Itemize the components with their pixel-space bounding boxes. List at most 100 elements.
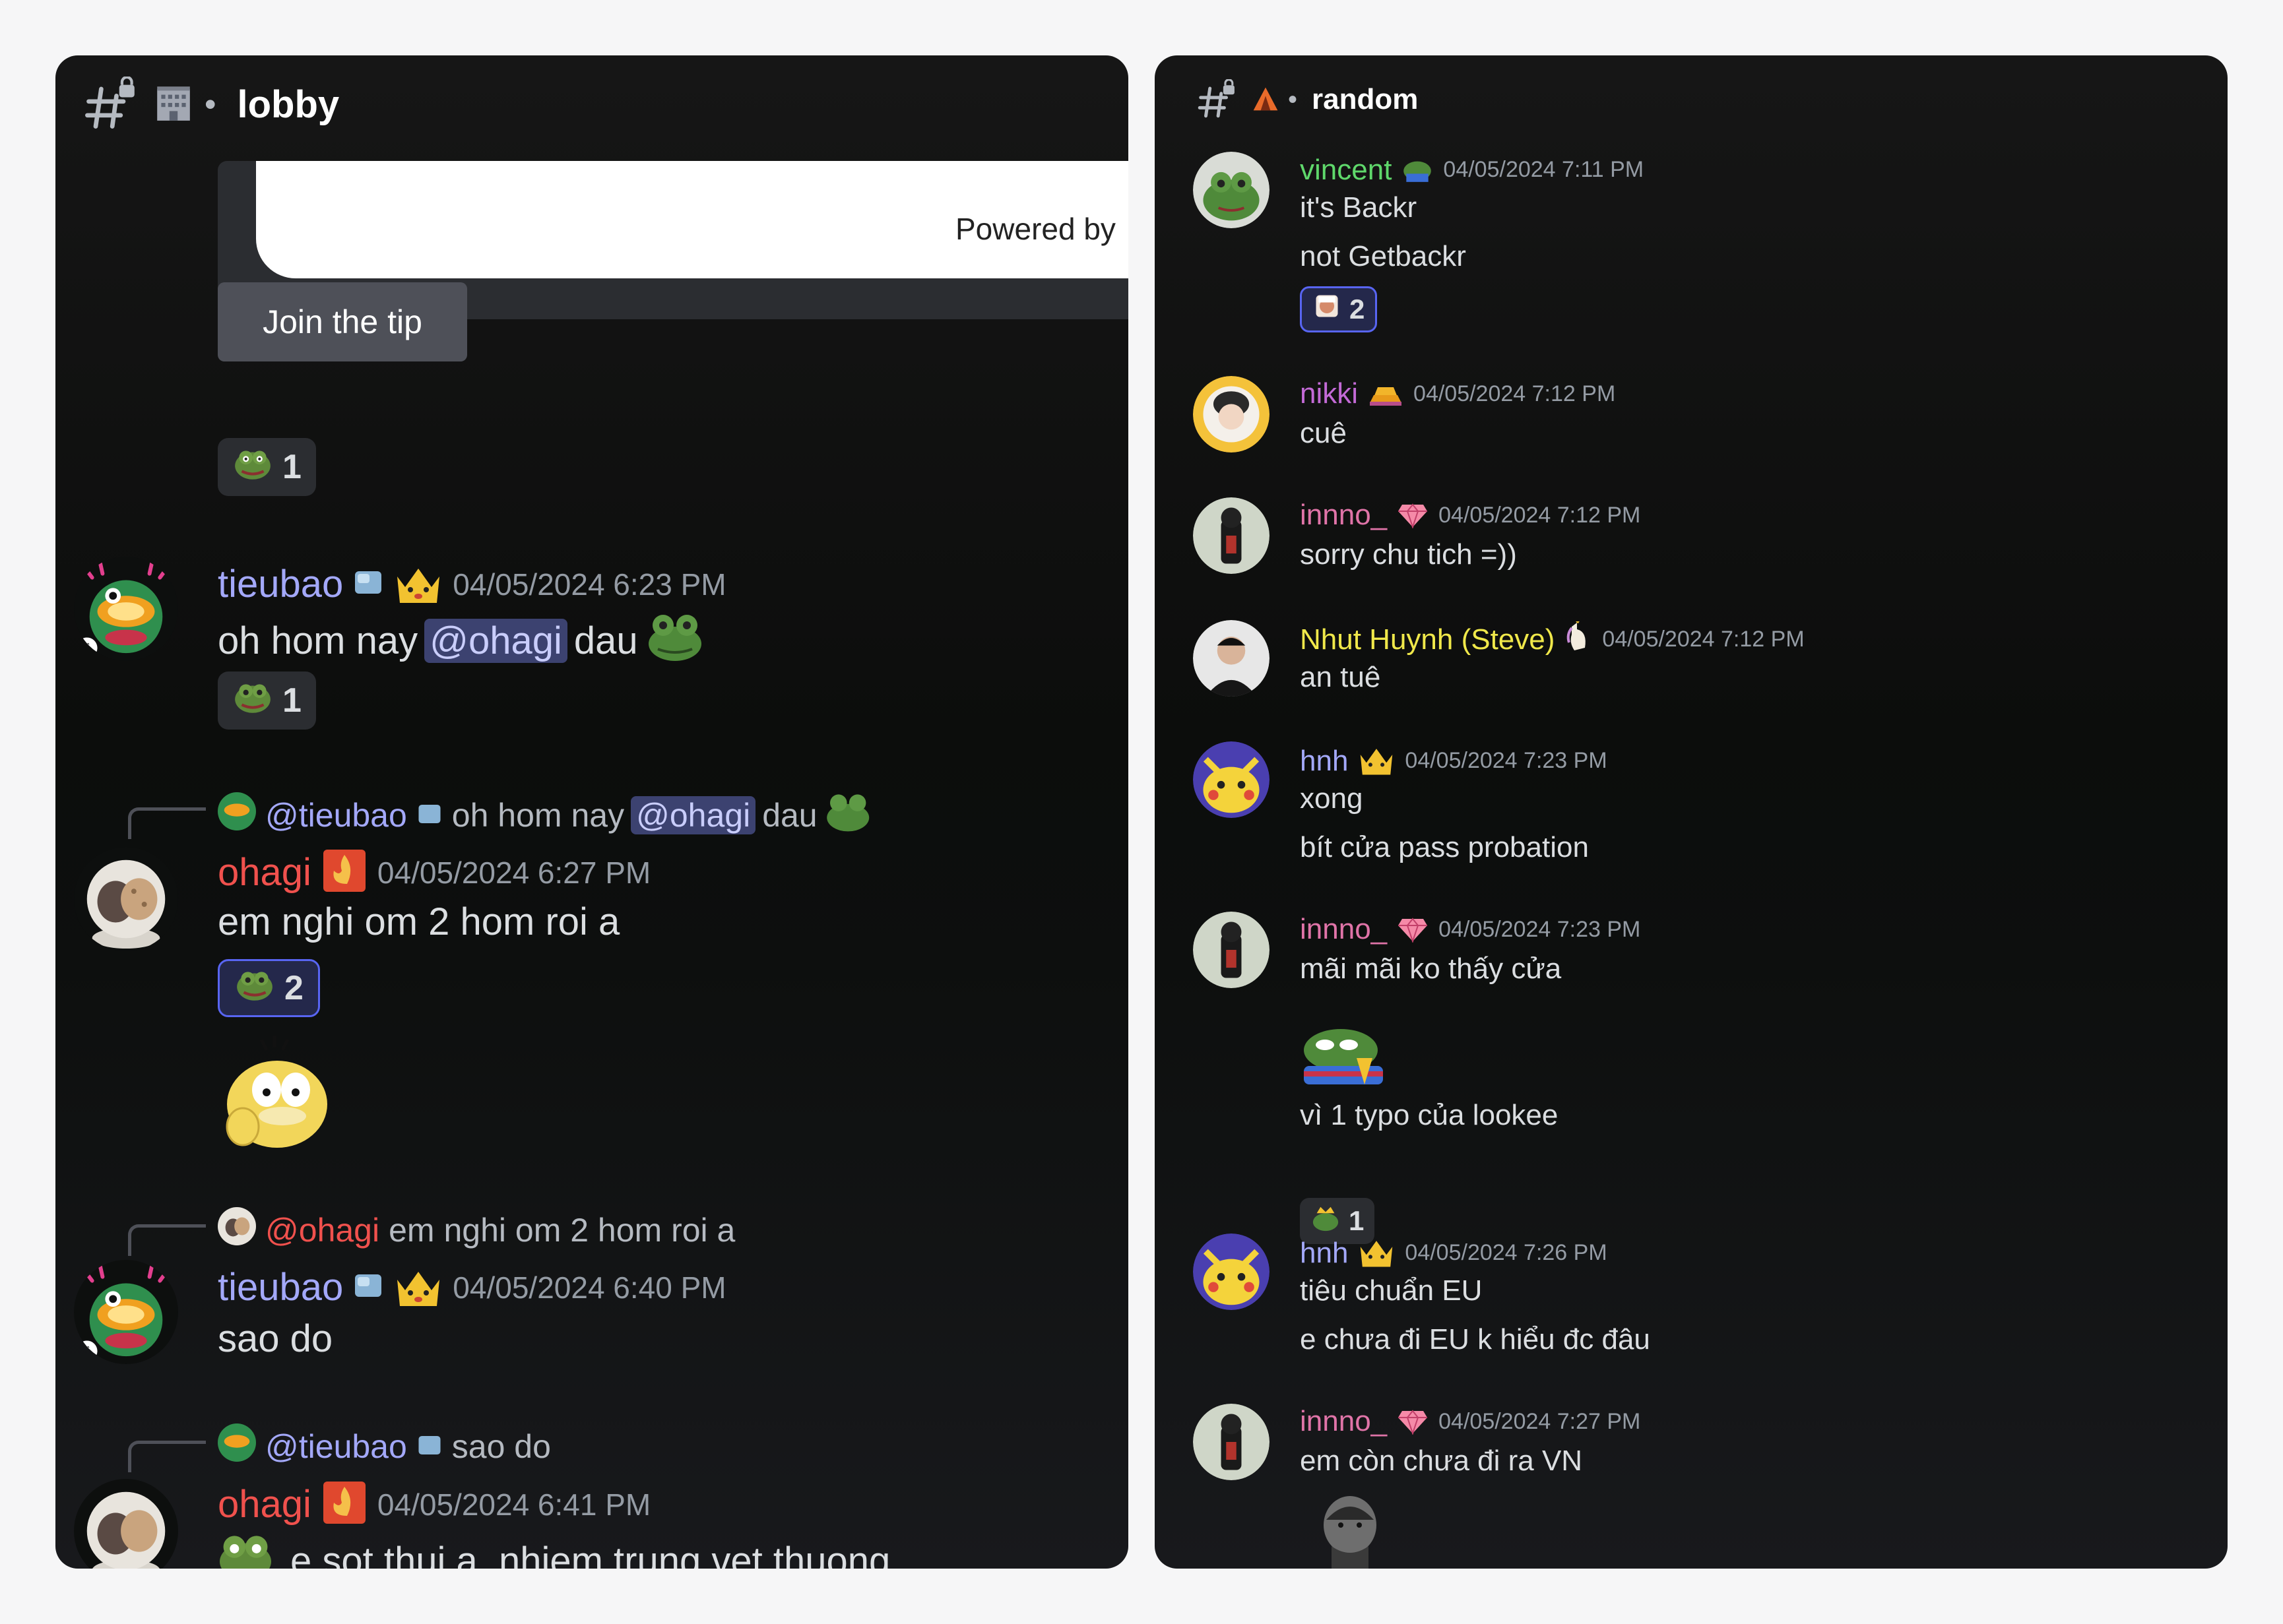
username[interactable]: innno_ [1300,499,1387,532]
avatar-tieubao[interactable]: ồ [74,1260,178,1364]
avatar-vincent[interactable] [1193,152,1270,228]
reply-preview[interactable]: @tieubao oh hom nay @ohagi dau [218,790,872,840]
separator-dot: • [1288,84,1298,114]
message-text: oh hom nay [218,619,418,662]
flame-badge-icon [321,847,368,898]
reaction-count: 1 [282,448,302,486]
message-content: oh hom nay @ohagi dau [218,609,704,671]
message-text: e chưa đi EU k hiểu đc đâu [1300,1323,1650,1356]
pepe-pray-sticker[interactable] [1299,1018,1391,1090]
ice-cube-icon [352,1270,384,1304]
ice-cube-icon [416,796,443,834]
reaction-chip[interactable]: 1 [218,671,316,730]
timestamp: 04/05/2024 7:12 PM [1602,627,1805,652]
avatar-hnh[interactable] [1193,1234,1270,1310]
timestamp: 04/05/2024 6:27 PM [377,855,651,890]
crown-cat-icon [1357,743,1396,779]
crown-cat-icon [1357,1235,1396,1271]
message-text: sorry chu tich =)) [1300,538,1517,571]
username[interactable]: innno_ [1300,1405,1387,1438]
reply-text: dau [762,797,818,834]
reply-author[interactable]: @tieubao [265,796,407,834]
embed-powered-by: Powered by [955,212,1116,246]
reaction-chip[interactable]: 1 [218,438,316,496]
username[interactable]: hnh [1300,745,1348,778]
username[interactable]: hnh [1300,1237,1348,1270]
avatar-nikki[interactable] [1193,376,1270,453]
username[interactable]: nikki [1300,377,1358,410]
message-header: Nhut Huynh (Steve) 04/05/2024 7:12 PM [1300,617,1805,658]
avatar-innno[interactable] [1193,497,1270,574]
username[interactable]: Nhut Huynh (Steve) [1300,623,1555,656]
message-header: hnh 04/05/2024 7:23 PM [1300,743,1607,779]
user-mention[interactable]: @ohagi [631,796,756,834]
reaction-count: 1 [1349,1205,1365,1236]
channel-name: random [1312,83,1419,115]
avatar-ohagi[interactable] [74,847,178,951]
reaction-chip-selected[interactable]: 2 [1300,286,1378,332]
gold-bar-icon [1367,379,1404,409]
ice-cube-icon [416,1427,443,1466]
message-content: sao do [218,1317,333,1361]
message-header: nikki 04/05/2024 7:12 PM [1300,377,1615,410]
message-text: an tuê [1300,661,1381,693]
gem-icon [1396,914,1429,946]
ice-cube-icon [352,567,384,601]
username[interactable]: ohagi [218,1482,311,1526]
timestamp: 04/05/2024 7:27 PM [1438,1408,1641,1434]
svg-text:ồ: ồ [83,642,90,656]
building-icon [153,82,194,127]
frog-emoji-icon [647,609,704,671]
psyduck-sticker[interactable] [214,1032,339,1154]
reply-author[interactable]: @ohagi [265,1211,379,1249]
reply-text: sao do [451,1428,551,1465]
reaction-count: 2 [1349,294,1365,325]
reply-connector [128,807,206,839]
lobby-channel-panel: • lobby Powered by Join the tip 1 ồ tieu… [55,55,1128,1569]
reaction-count: 2 [284,969,304,1007]
message-text: xong [1300,782,1363,815]
user-mention[interactable]: @ohagi [424,618,567,663]
reply-avatar [218,1423,256,1470]
username[interactable]: innno_ [1300,913,1387,946]
reply-avatar [218,792,256,838]
reply-preview[interactable]: @ohagi em nghi om 2 hom roi a [218,1207,735,1253]
flame-badge-icon [321,1479,368,1530]
avatar-innno[interactable] [1193,912,1270,988]
username[interactable]: vincent [1300,154,1392,187]
reply-text: oh hom nay [451,797,625,834]
reply-author[interactable]: @tieubao [265,1427,407,1466]
message-text: mãi mãi ko thấy cửa [1300,953,1562,985]
gem-icon [1396,499,1429,532]
timestamp: 04/05/2024 6:41 PM [377,1487,651,1522]
message-text: bít cửa pass probation [1300,831,1589,863]
timestamp: 04/05/2024 6:40 PM [453,1270,726,1305]
avatar-hnh[interactable] [1193,741,1270,818]
avatar-ohagi[interactable] [74,1479,178,1569]
username[interactable]: tieubao [218,562,343,606]
channel-header: • random [1196,70,1418,129]
reply-connector [128,1224,206,1256]
gigachad-sticker[interactable] [1313,1493,1386,1569]
message-header: vincent 04/05/2024 7:11 PM [1300,152,1644,188]
avatar-innno[interactable] [1193,1404,1270,1480]
reply-text: em nghi om 2 hom roi a [389,1212,736,1249]
channel-header: • lobby [82,73,339,136]
reply-preview[interactable]: @tieubao sao do [218,1423,551,1470]
message-header: innno_ 04/05/2024 7:27 PM [1300,1405,1640,1438]
message-text: not Getbackr [1300,240,1466,272]
message-text: tiêu chuẩn EU [1300,1274,1483,1307]
timestamp: 04/05/2024 7:11 PM [1443,157,1644,182]
avatar-nhut-huynh[interactable] [1193,620,1270,697]
reaction-chip-selected[interactable]: 2 [218,959,320,1017]
join-tip-button[interactable]: Join the tip [218,282,467,361]
timestamp: 04/05/2024 7:12 PM [1438,502,1641,528]
username[interactable]: tieubao [218,1265,343,1309]
avatar-tieubao[interactable]: ồ [74,557,178,661]
separator-dot: • [205,86,216,123]
unicorn-icon [1564,617,1593,658]
chef-emoji-icon [1312,292,1341,327]
username[interactable]: ohagi [218,850,311,894]
message-header: innno_ 04/05/2024 7:12 PM [1300,499,1640,532]
random-channel-panel: • random vincent 04/05/2024 7:11 PM it's… [1155,55,2228,1569]
